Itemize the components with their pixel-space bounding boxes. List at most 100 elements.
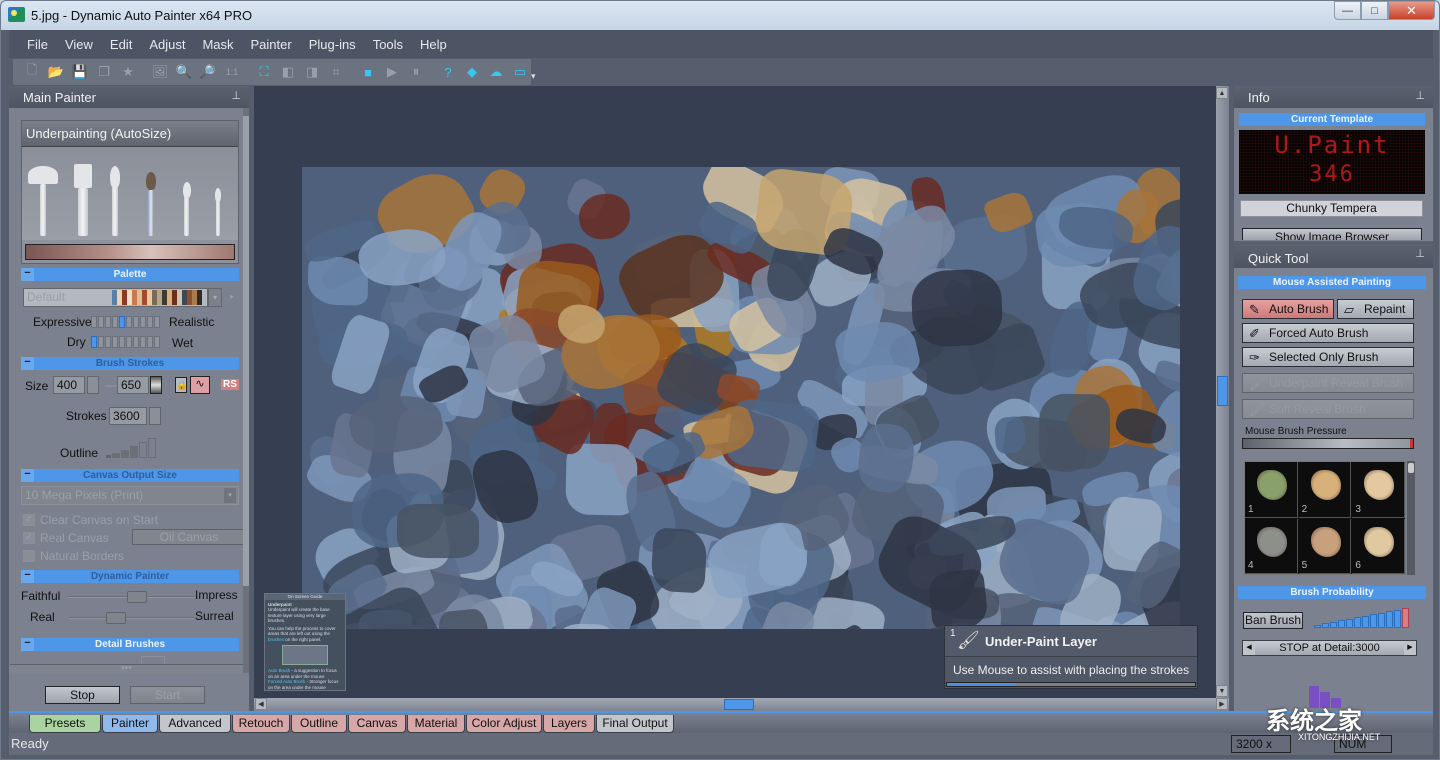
probability-level[interactable] [1378, 612, 1385, 628]
scroll-left-icon[interactable]: ◀ [255, 698, 267, 710]
size-min-spinner[interactable] [87, 376, 99, 394]
menu-mask[interactable]: Mask [202, 37, 233, 52]
probability-level[interactable] [1346, 618, 1353, 628]
fit-screen-icon[interactable]: ⛶ [255, 63, 273, 81]
probability-level[interactable] [1314, 624, 1321, 628]
tab-retouch[interactable]: Retouch [232, 715, 290, 733]
scroll-down-icon[interactable]: ▼ [1216, 685, 1228, 697]
tab-material[interactable]: Material [407, 715, 465, 733]
tab-final-output[interactable]: Final Output [596, 715, 674, 733]
help-icon[interactable]: ? [439, 63, 457, 81]
probability-level[interactable] [1338, 620, 1345, 628]
vertical-scroll-thumb[interactable] [1217, 376, 1228, 406]
slider-step[interactable] [133, 316, 139, 328]
selected-only-brush-button[interactable]: ✑ Selected Only Brush [1242, 347, 1414, 367]
brush-thumbnail[interactable]: 2 [1298, 462, 1352, 518]
slider-step[interactable] [133, 336, 139, 348]
close-button[interactable]: ✕ [1388, 1, 1435, 20]
slider-step[interactable] [140, 316, 146, 328]
palette-section-header[interactable]: − Palette [21, 268, 239, 281]
natural-borders-checkbox[interactable] [23, 550, 35, 562]
stop-button[interactable]: Stop [45, 686, 120, 704]
slider-step[interactable] [140, 336, 146, 348]
zoom-in-icon[interactable]: 🔍 [175, 63, 193, 81]
slider-thumb[interactable] [105, 612, 126, 624]
tab-outline[interactable]: Outline [291, 715, 347, 733]
strokes-input[interactable]: 3600 [109, 407, 147, 425]
maximize-button[interactable]: □ [1361, 1, 1388, 20]
slider-step[interactable] [105, 336, 111, 348]
tab-canvas[interactable]: Canvas [348, 715, 406, 733]
scroll-thumb[interactable] [1408, 463, 1414, 473]
menu-plugins[interactable]: Plug-ins [309, 37, 356, 52]
favorite-star-icon[interactable]: ★ [119, 63, 137, 81]
repaint-button[interactable]: ▱ Repaint [1337, 299, 1414, 319]
play-icon[interactable]: ▶ [383, 63, 401, 81]
underpaint-reveal-brush-button[interactable]: 🖌 Underpaint Reveal Brush [1242, 373, 1414, 393]
new-icon[interactable]: 🗋 [23, 62, 41, 81]
strokes-spinner[interactable] [149, 407, 161, 425]
dynamic-painter-section-header[interactable]: − Dynamic Painter [21, 570, 239, 583]
outline-level-selector[interactable] [106, 436, 156, 458]
collapse-icon[interactable]: − [21, 357, 34, 370]
menu-adjust[interactable]: Adjust [149, 37, 185, 52]
slider-step[interactable] [126, 336, 132, 348]
brush-thumbnail[interactable]: 3 [1352, 462, 1405, 518]
tab-layers[interactable]: Layers [543, 715, 595, 733]
pause-icon[interactable]: ⏸ [407, 63, 425, 81]
minimize-button[interactable]: — [1334, 1, 1361, 20]
slider-step[interactable] [91, 316, 97, 328]
slider-thumb[interactable] [126, 591, 147, 603]
slider-step[interactable] [98, 336, 104, 348]
probability-level[interactable] [1370, 614, 1377, 628]
lock-icon[interactable]: 🔒 [175, 377, 187, 393]
collapse-icon[interactable]: − [21, 570, 34, 583]
start-button[interactable]: Start [130, 686, 205, 704]
soft-reveal-brush-button[interactable]: 🖌 Soft Reveal Brush [1242, 399, 1414, 419]
show-image-browser-button[interactable]: Show Image Browser [1242, 228, 1422, 240]
open-icon[interactable]: 📂 [47, 63, 65, 81]
collapse-icon[interactable]: − [21, 469, 34, 482]
probability-level[interactable] [1394, 609, 1401, 628]
detail-brushes-section-header[interactable]: − Detail Brushes [21, 638, 239, 651]
copy-icon[interactable]: ❐ [95, 63, 113, 81]
menu-file[interactable]: File [27, 37, 48, 52]
brush-thumbnail[interactable]: 5 [1298, 518, 1352, 574]
brush-thumbnail[interactable]: 4 [1245, 518, 1298, 574]
dry-wet-slider[interactable] [91, 336, 160, 348]
horizontal-scrollbar[interactable]: ◀ ▶ [254, 698, 1229, 711]
tab-color-adjust[interactable]: Color Adjust [466, 715, 542, 733]
slider-step[interactable] [119, 336, 125, 348]
painting-canvas[interactable] [302, 167, 1180, 629]
menu-tools[interactable]: Tools [373, 37, 403, 52]
on-screen-guide[interactable]: On Screen Guide Underpaint Underpaint wi… [264, 593, 346, 691]
slider-step[interactable] [105, 316, 111, 328]
palette-dropdown-icon[interactable]: ▾ [208, 288, 222, 307]
rs-button[interactable]: RS [221, 379, 239, 390]
slider-step[interactable] [147, 316, 153, 328]
menu-edit[interactable]: Edit [110, 37, 132, 52]
zoom-out-icon[interactable]: 🔎 [199, 63, 217, 81]
tab-advanced[interactable]: Advanced [159, 715, 231, 733]
stop-at-detail-control[interactable]: ◀ STOP at Detail:3000 ▶ [1242, 640, 1417, 656]
brush-grid-scrollbar[interactable] [1407, 461, 1415, 575]
preset-box[interactable]: Underpainting (AutoSize) [21, 120, 239, 264]
probability-level[interactable] [1322, 623, 1329, 628]
vertical-scrollbar[interactable]: ▲ ▼ [1216, 86, 1229, 698]
clear-canvas-checkbox[interactable]: ✓ [23, 514, 35, 526]
left-panel-scrollbar[interactable] [243, 108, 249, 673]
compare-icon[interactable]: ◧ [279, 63, 297, 81]
forced-auto-brush-button[interactable]: ✐ Forced Auto Brush [1242, 323, 1414, 343]
screen-icon[interactable]: ▭ [511, 63, 529, 81]
cloud-download-icon[interactable]: ☁ [487, 63, 505, 81]
probability-level[interactable] [1330, 621, 1337, 628]
auto-brush-button[interactable]: ✎ Auto Brush [1242, 299, 1334, 319]
real-surreal-slider[interactable] [69, 612, 194, 624]
tab-painter[interactable]: Painter [102, 715, 158, 733]
scroll-up-icon[interactable]: ▲ [1216, 87, 1228, 99]
canvas-size-select[interactable]: 10 Mega Pixels (Print) [21, 486, 239, 505]
menu-view[interactable]: View [65, 37, 93, 52]
slider-step[interactable] [91, 336, 97, 348]
crop-icon[interactable]: ⌗ [327, 63, 345, 81]
stop-icon[interactable]: ■ [359, 63, 377, 81]
